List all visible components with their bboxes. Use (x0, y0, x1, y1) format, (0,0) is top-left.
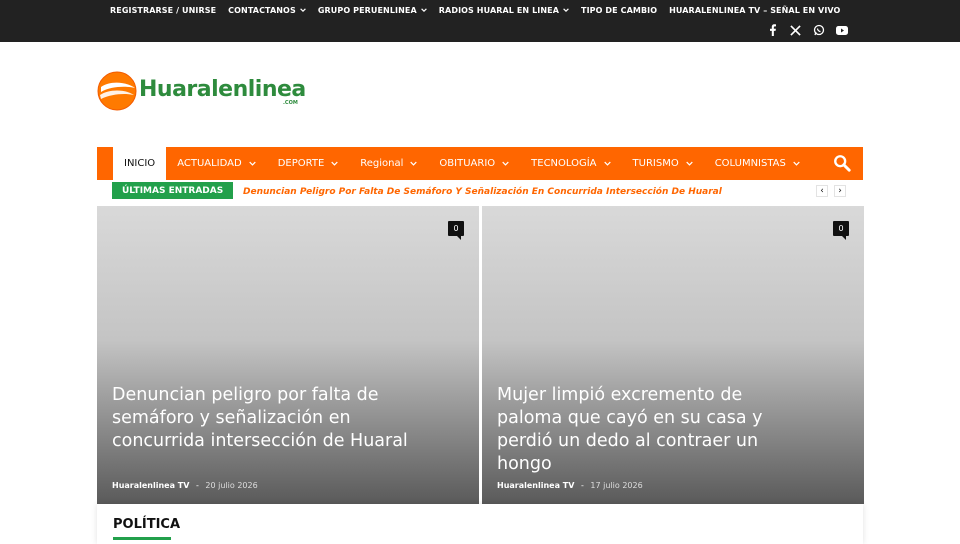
nav-item-deporte[interactable]: DEPORTE (267, 147, 350, 180)
social-links (766, 20, 848, 40)
top-menu-item-radios[interactable]: RADIOS HUARAL EN LINEA (439, 6, 569, 15)
nav-item-obituario[interactable]: OBITUARIO (428, 147, 520, 180)
nav-item-actualidad[interactable]: ACTUALIDAD (166, 147, 267, 180)
top-menu: REGISTRARSE / UNIRSE CONTACTANOS GRUPO P… (104, 0, 846, 20)
featured-card-title[interactable]: Denuncian peligro por falta de semáforo … (112, 384, 412, 453)
featured-card[interactable]: 0 Denuncian peligro por falta de semáfor… (97, 206, 479, 504)
top-menu-item-tipo-cambio[interactable]: TIPO DE CAMBIO (581, 6, 657, 15)
latest-ticker: ÚLTIMAS ENTRADAS Denuncian Peligro Por F… (97, 180, 863, 206)
top-menu-label: RADIOS HUARAL EN LINEA (438, 5, 560, 15)
top-menu-label: CONTACTANOS (228, 5, 296, 15)
nav-item-label: DEPORTE (277, 158, 325, 169)
nav-item-label: ACTUALIDAD (177, 158, 242, 169)
ticker-prev-button[interactable]: ‹ (816, 185, 828, 197)
section-title[interactable]: POLÍTICA (113, 517, 180, 532)
chevron-down-icon (793, 161, 800, 166)
logo-suffix: .COM (283, 100, 298, 106)
ticker-label: ÚLTIMAS ENTRADAS (112, 182, 234, 199)
top-menu-item-tv[interactable]: HUARALENLINEA TV – SEÑAL EN VIVO (669, 6, 840, 15)
nav-item-turismo[interactable]: TURISMO (622, 147, 704, 180)
top-menu-label: HUARALENLINEA TV – SEÑAL EN VIVO (669, 5, 841, 15)
chevron-down-icon (563, 8, 569, 13)
chevron-down-icon (685, 161, 693, 166)
post-date: 17 julio 2026 (590, 481, 643, 490)
featured-card-meta: Huaralenlinea TV - 20 julio 2026 (112, 481, 258, 490)
ticker-next-button[interactable]: › (834, 185, 846, 197)
x-icon[interactable] (789, 24, 802, 37)
whatsapp-icon[interactable] (812, 24, 825, 37)
logo-mark-icon (97, 71, 137, 111)
ticker-headline[interactable]: Denuncian Peligro Por Falta De Semáforo … (243, 187, 722, 197)
featured-card[interactable]: 0 Mujer limpió excremento de paloma que … (482, 206, 864, 504)
top-menu-item-registrarse[interactable]: REGISTRARSE / UNIRSE (110, 6, 216, 15)
featured-card-meta: Huaralenlinea TV - 17 julio 2026 (497, 481, 643, 490)
chevron-down-icon (331, 161, 339, 166)
chevron-down-icon (603, 161, 611, 166)
meta-separator: - (580, 481, 584, 490)
author-name[interactable]: Huaralenlinea TV (497, 481, 574, 490)
nav-item-inicio[interactable]: INICIO (113, 147, 167, 180)
featured-card-title[interactable]: Mujer limpió excremento de paloma que ca… (497, 384, 797, 476)
author-name[interactable]: Huaralenlinea TV (112, 481, 189, 490)
nav-item-label: TECNOLOGÍA (531, 158, 597, 169)
comment-count-badge[interactable]: 0 (833, 221, 849, 240)
section-politica: POLÍTICA (97, 504, 863, 544)
nav-item-columnistas[interactable]: COLUMNISTAS (704, 147, 811, 180)
facebook-icon[interactable] (766, 24, 779, 37)
top-menu-item-contactanos[interactable]: CONTACTANOS (228, 6, 306, 15)
top-menu-label: TIPO DE CAMBIO (581, 5, 658, 15)
top-menu-label: GRUPO PERUENLINEA (317, 5, 417, 15)
chevron-down-icon (502, 161, 509, 166)
nav-item-label: TURISMO (632, 158, 679, 169)
main-nav: INICIO ACTUALIDAD DEPORTE Regional OBITU… (97, 147, 863, 180)
chevron-down-icon (420, 8, 427, 13)
chevron-down-icon (300, 8, 306, 13)
top-bar: REGISTRARSE / UNIRSE CONTACTANOS GRUPO P… (0, 0, 960, 42)
post-date: 20 julio 2026 (205, 481, 258, 490)
nav-item-label: Regional (360, 158, 404, 169)
chevron-down-icon (248, 161, 256, 166)
meta-separator: - (195, 481, 199, 490)
youtube-icon[interactable] (835, 24, 848, 37)
top-menu-item-grupo[interactable]: GRUPO PERUENLINEA (318, 6, 427, 15)
nav-item-tecnologia[interactable]: TECNOLOGÍA (520, 147, 621, 180)
search-icon[interactable] (833, 154, 851, 172)
nav-item-label: OBITUARIO (439, 158, 496, 169)
comment-count-badge[interactable]: 0 (448, 221, 464, 240)
logo-text: Huaralenlinea (139, 76, 306, 102)
nav-item-label: INICIO (124, 158, 156, 169)
nav-item-label: COLUMNISTAS (714, 158, 786, 169)
site-logo[interactable]: Huaralenlinea .COM (97, 70, 306, 112)
top-menu-label: REGISTRARSE / UNIRSE (110, 5, 217, 15)
nav-item-regional[interactable]: Regional (349, 147, 428, 180)
chevron-down-icon (410, 161, 418, 166)
